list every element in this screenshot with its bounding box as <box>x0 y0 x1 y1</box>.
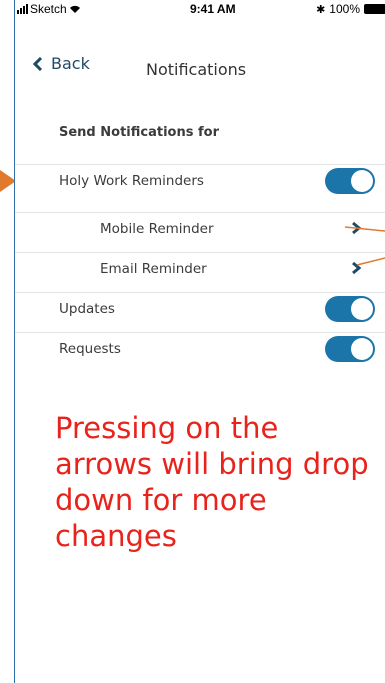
annotation-pointer-lines <box>344 226 385 266</box>
